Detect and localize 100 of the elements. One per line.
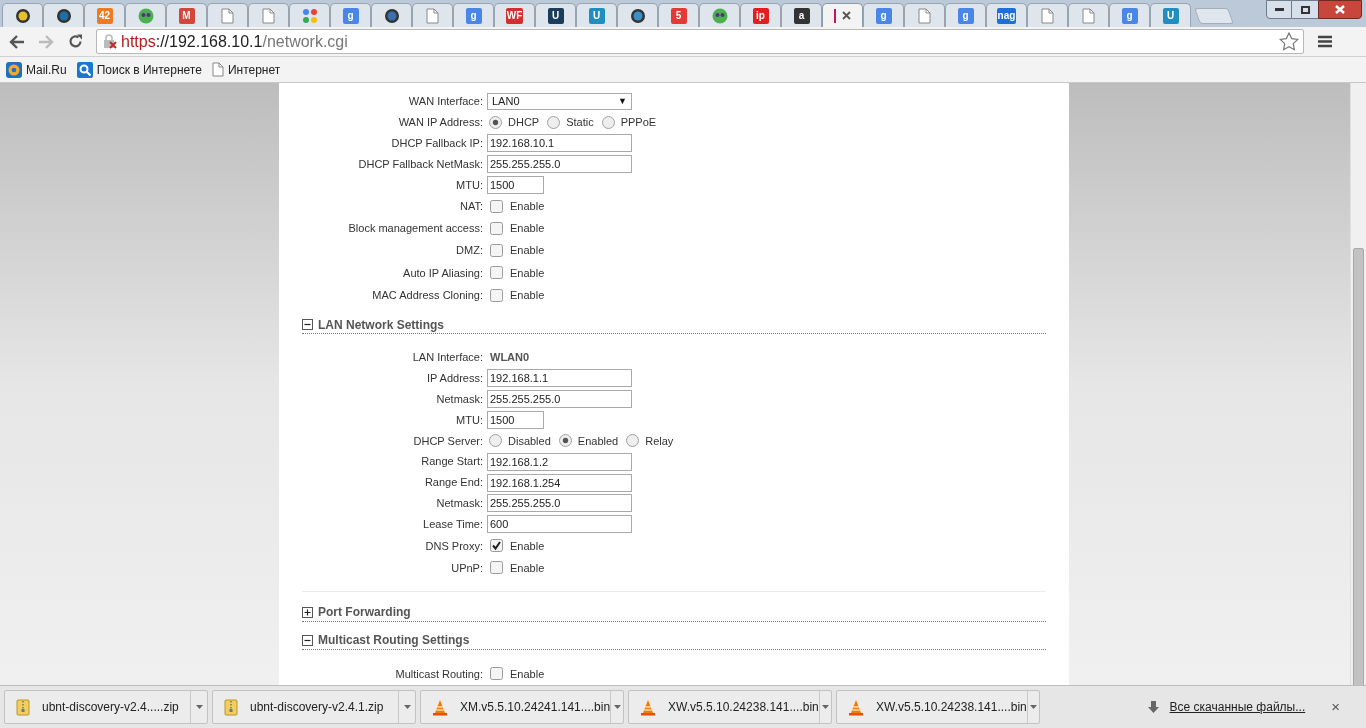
browser-tab[interactable]: g: [945, 3, 986, 27]
browser-tab[interactable]: g: [330, 3, 371, 27]
caret-icon[interactable]: [403, 705, 411, 709]
favicon-icon: g: [875, 7, 892, 24]
zip-folder-icon: [16, 698, 30, 716]
scrollbar[interactable]: [1350, 83, 1366, 685]
input-field[interactable]: 255.255.255.0: [487, 155, 632, 173]
bookmark-link[interactable]: Поиск в Интернете: [76, 60, 202, 79]
browser-tab[interactable]: M: [166, 3, 207, 27]
field-label: Range End:: [423, 475, 483, 491]
favicon-icon: g: [957, 7, 974, 24]
browser-tab[interactable]: [2, 3, 43, 27]
checkbox[interactable]: [490, 222, 503, 236]
option-label: Enable: [510, 199, 545, 215]
download-item[interactable]: XW.v5.5.10.24238.141....bin: [628, 690, 832, 724]
menu-icon[interactable]: [1318, 35, 1332, 48]
close-window-button[interactable]: [1318, 0, 1362, 19]
checkbox[interactable]: [490, 244, 503, 258]
browser-tab[interactable]: 5: [658, 3, 699, 27]
browser-tab[interactable]: U: [1150, 3, 1191, 27]
collapse-icon[interactable]: [302, 319, 313, 330]
option-label: Disabled: [508, 433, 551, 449]
caret-icon[interactable]: [1029, 705, 1037, 709]
caret-icon[interactable]: [613, 705, 621, 709]
browser-tab[interactable]: U: [535, 3, 576, 27]
field-label: MTU:: [455, 177, 483, 193]
bookmark-link[interactable]: Mail.Ru: [6, 60, 67, 79]
browser-tab[interactable]: nag: [986, 3, 1027, 27]
field-label: WAN IP Address:: [397, 115, 483, 131]
section-heading[interactable]: Port Forwarding: [318, 603, 411, 622]
star-icon[interactable]: [1279, 32, 1299, 51]
browser-tab[interactable]: [125, 3, 166, 27]
caret-icon[interactable]: [195, 705, 203, 709]
radio-button[interactable]: [547, 115, 561, 129]
radio-button[interactable]: [626, 434, 640, 448]
browser-tab[interactable]: ip: [740, 3, 781, 27]
field-label: DHCP Server:: [412, 433, 483, 449]
maximize-button[interactable]: [1292, 0, 1318, 19]
close-icon: [1335, 5, 1345, 14]
option-label: Enable: [510, 265, 545, 281]
input-field[interactable]: 192.168.1.2: [487, 452, 632, 471]
traffic-cone-icon: [432, 698, 448, 716]
minimize-button[interactable]: [1266, 0, 1292, 19]
close-tab-icon[interactable]: [842, 11, 851, 20]
download-item[interactable]: XM.v5.5.10.24241.141....bin: [420, 690, 624, 724]
checkbox[interactable]: [490, 561, 503, 575]
download-item[interactable]: XW.v5.5.10.24238.141....bin: [836, 690, 1040, 724]
option-label: Static: [566, 115, 594, 131]
collapse-icon[interactable]: [302, 634, 313, 646]
browser-tab[interactable]: a: [781, 3, 822, 27]
field-label: Multicast Routing:: [394, 666, 483, 682]
favicon-icon: WF: [505, 7, 524, 24]
dropdown[interactable]: LAN0 ▼: [487, 92, 632, 110]
input-field[interactable]: 1500: [487, 175, 544, 194]
radio-button[interactable]: [489, 115, 502, 129]
browser-tab[interactable]: WF: [494, 3, 535, 27]
browser-tab[interactable]: U: [576, 3, 617, 27]
browser-tab[interactable]: g: [863, 3, 904, 27]
checkbox[interactable]: [490, 266, 503, 280]
browser-tab[interactable]: [43, 3, 84, 27]
dots-favicon-icon: [301, 7, 318, 24]
input-field[interactable]: 1500: [487, 410, 544, 429]
download-item[interactable]: ubnt-discovery-v2.4.....zip: [4, 690, 208, 724]
bookmark-link[interactable]: Интернет: [211, 60, 281, 79]
page-icon: [211, 62, 224, 77]
radio-button[interactable]: [558, 434, 572, 448]
expand-icon[interactable]: [302, 607, 313, 618]
caret-icon[interactable]: [821, 705, 829, 709]
browser-tab[interactable]: [371, 3, 412, 27]
checkbox[interactable]: [490, 199, 503, 213]
radio-button[interactable]: [489, 434, 502, 448]
input-field[interactable]: 600: [487, 515, 632, 534]
favicon-icon: ip: [752, 7, 769, 24]
reload-icon[interactable]: [68, 34, 83, 49]
input-field[interactable]: 192.168.1.1: [487, 369, 632, 388]
back-icon[interactable]: [9, 34, 25, 49]
browser-tab[interactable]: [699, 3, 740, 27]
option-label: Enable: [510, 538, 545, 554]
traffic-cone-icon: [640, 698, 656, 716]
browser-tab[interactable]: g: [453, 3, 494, 27]
close-downloads-button[interactable]: ×: [1331, 695, 1340, 719]
browser-tab[interactable]: [822, 3, 863, 27]
field-label: DMZ:: [455, 243, 483, 259]
input-field[interactable]: 255.255.255.0: [487, 494, 632, 513]
browser-tab[interactable]: g: [1109, 3, 1150, 27]
file-name: ubnt-discovery-v2.4.1.zip: [250, 699, 384, 716]
checkbox[interactable]: [490, 539, 503, 553]
browser-tab[interactable]: [617, 3, 658, 27]
address-bar[interactable]: https://192.168.10.1/network.cgi: [96, 29, 1304, 54]
input-field[interactable]: 192.168.10.1: [487, 134, 632, 153]
download-item[interactable]: ubnt-discovery-v2.4.1.zip: [212, 690, 416, 724]
url-text: https://192.168.10.1/network.cgi: [121, 31, 348, 52]
checkbox[interactable]: [490, 667, 503, 681]
input-field[interactable]: 255.255.255.0: [487, 390, 632, 409]
input-field[interactable]: 192.168.1.254: [487, 473, 632, 492]
radio-button[interactable]: [601, 115, 615, 129]
section-heading[interactable]: Multicast Routing Settings: [318, 631, 470, 650]
checkbox[interactable]: [490, 288, 503, 302]
section-heading[interactable]: LAN Network Settings: [318, 315, 444, 334]
show-all-downloads-link[interactable]: Все скачанные файлы...: [1169, 698, 1306, 716]
